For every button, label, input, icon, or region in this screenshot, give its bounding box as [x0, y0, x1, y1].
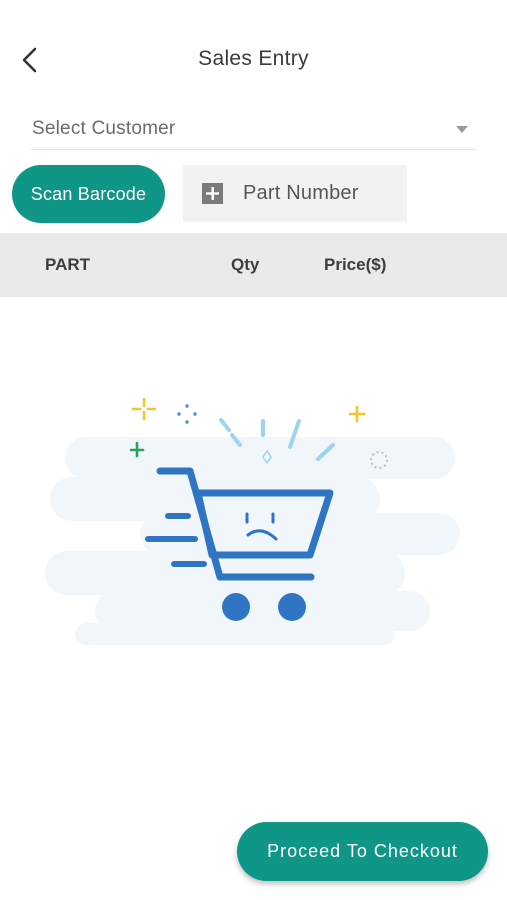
customer-select[interactable]: Select Customer	[31, 112, 476, 150]
column-header-qty: Qty	[231, 255, 260, 274]
app-header: Sales Entry	[0, 0, 507, 120]
caret-down-icon	[456, 126, 468, 133]
table-header: PART Qty Price($)	[0, 233, 507, 297]
column-header-part: PART	[45, 255, 91, 274]
page-title: Sales Entry	[198, 47, 309, 70]
plus-square-icon	[202, 183, 223, 204]
customer-select-label: Select Customer	[32, 118, 176, 139]
column-header-price: Price($)	[324, 255, 387, 274]
part-number-input[interactable]: Part Number	[183, 165, 407, 222]
proceed-to-checkout-button[interactable]: Proceed To Checkout	[237, 822, 488, 881]
part-number-placeholder: Part Number	[243, 182, 359, 204]
scan-barcode-button[interactable]: Scan Barcode	[12, 165, 165, 223]
sad-cart-icon	[45, 397, 460, 645]
